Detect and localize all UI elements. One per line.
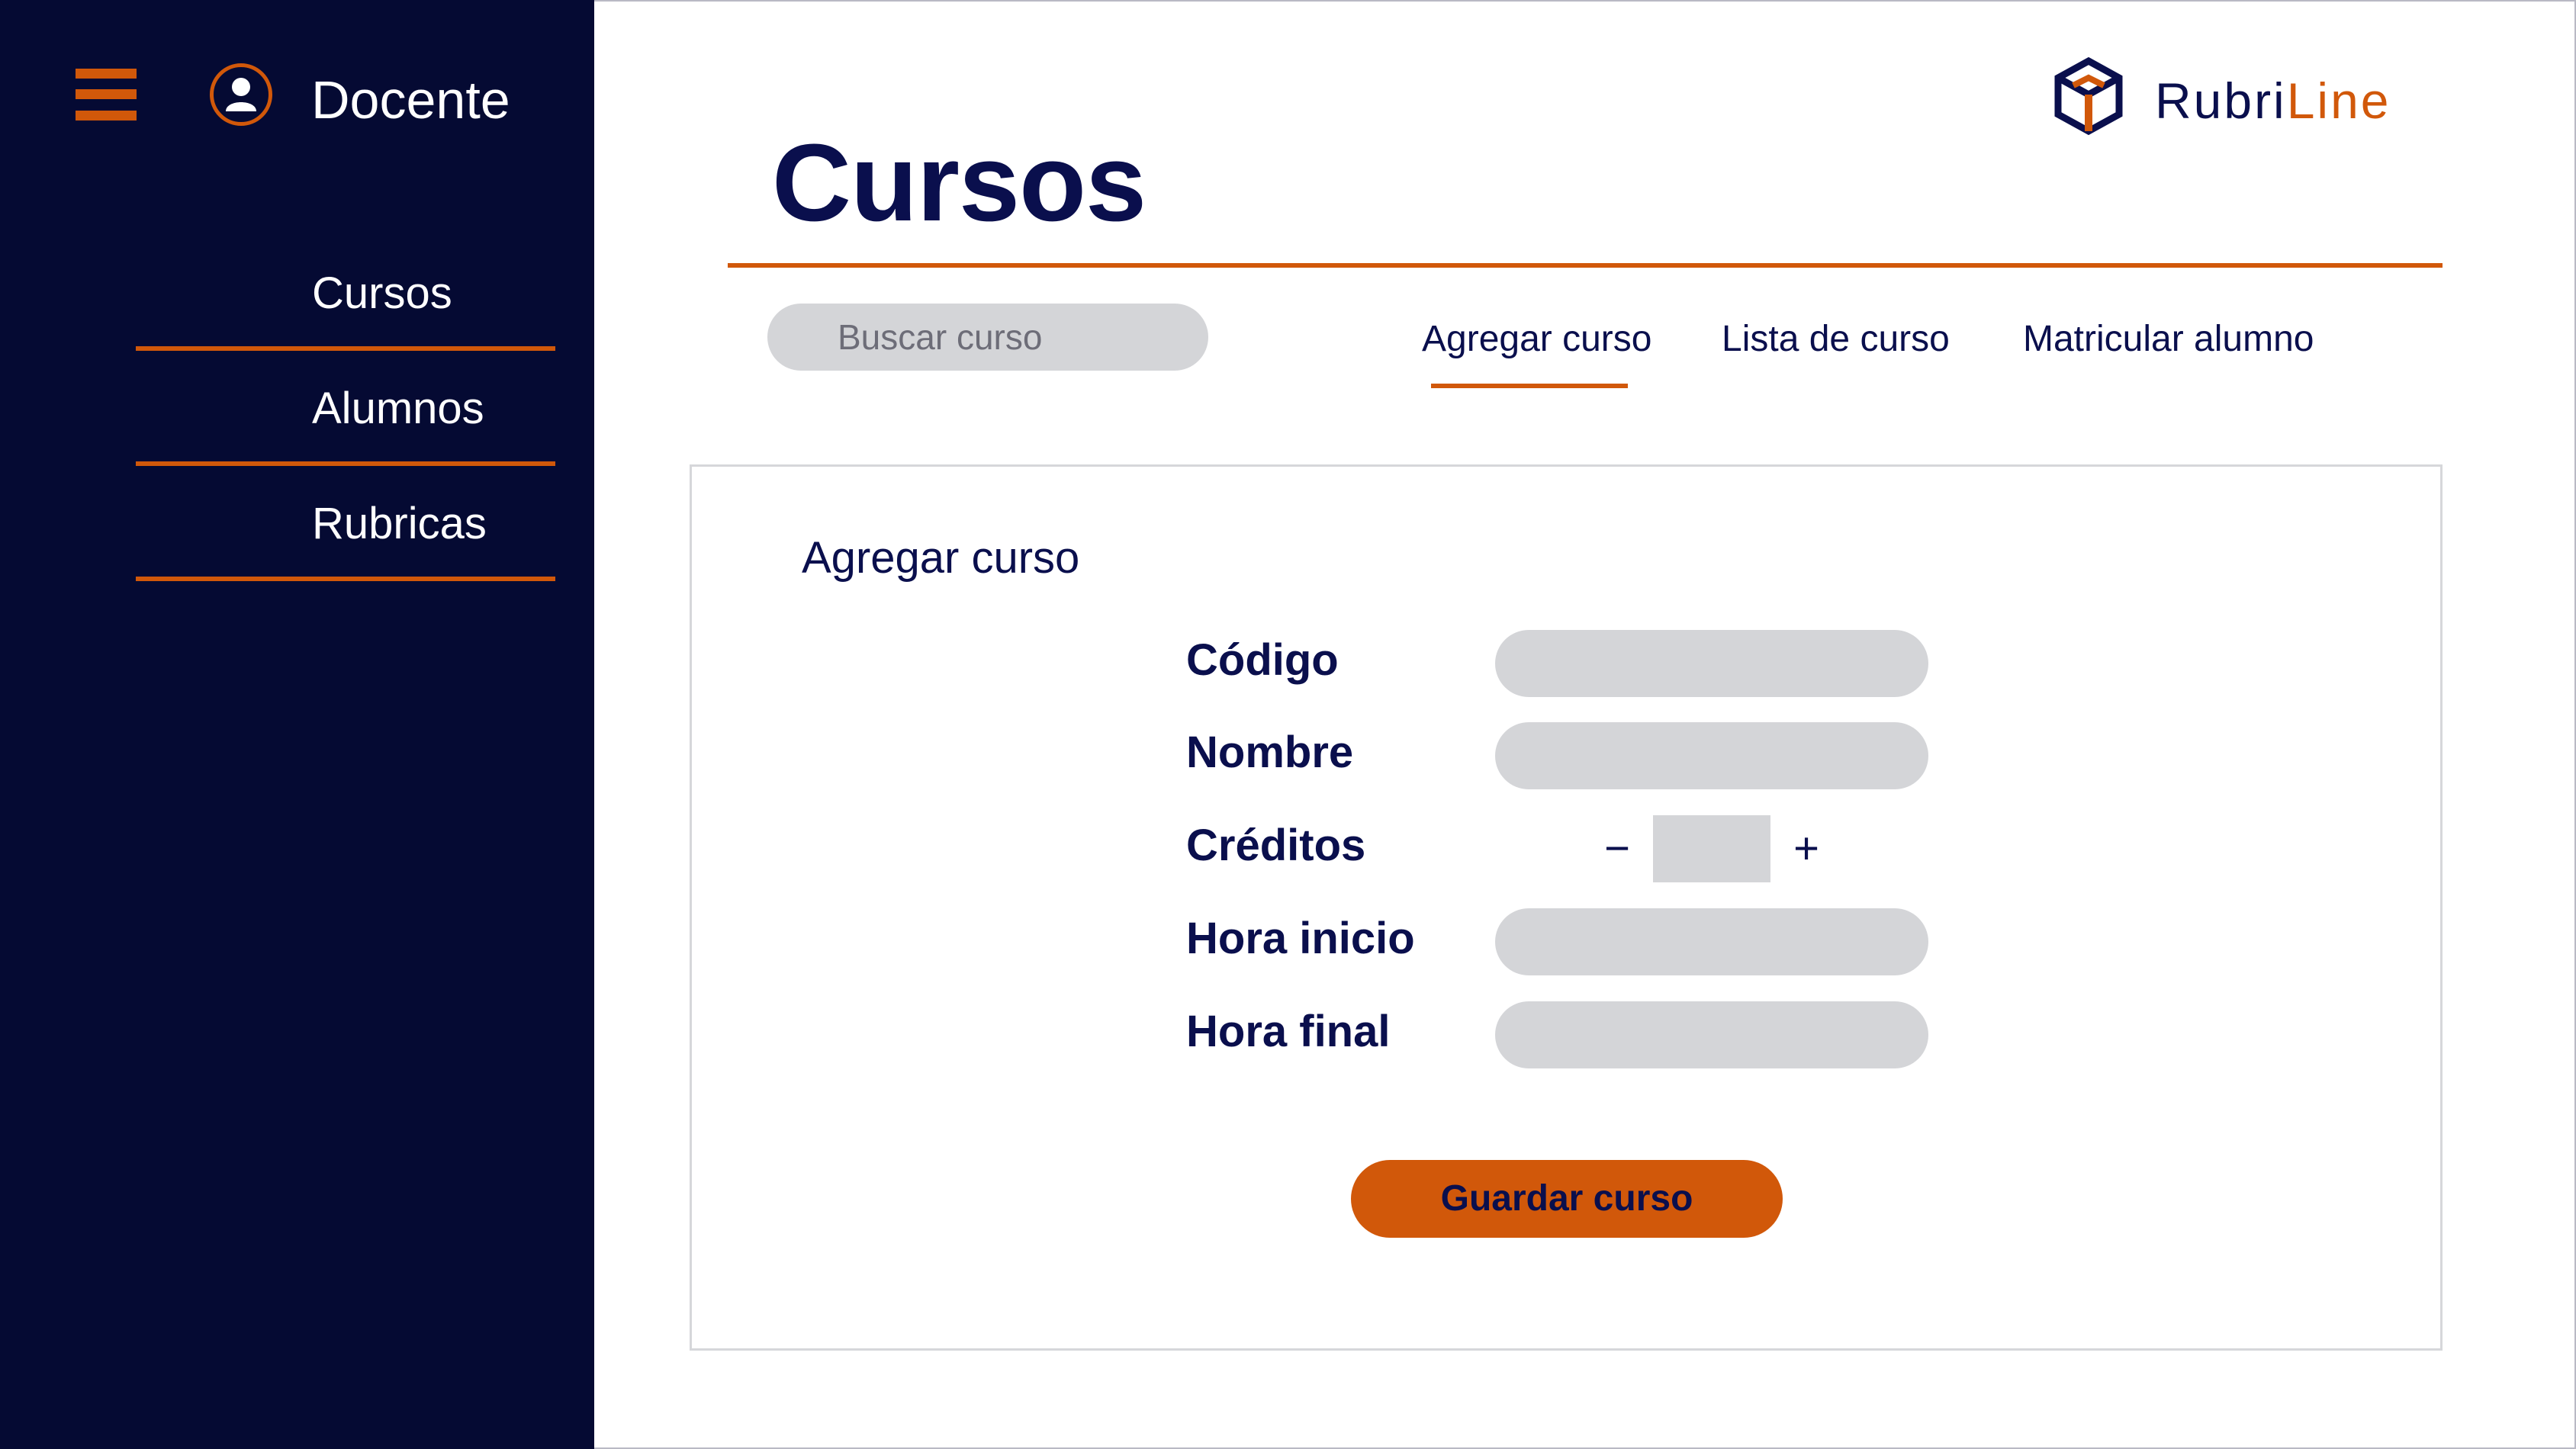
sidebar-divider <box>136 346 555 351</box>
sidebar-divider <box>136 577 555 581</box>
sidebar-item-cursos[interactable]: Cursos <box>136 236 555 351</box>
tab-agregar-curso[interactable]: Agregar curso <box>1422 309 1651 370</box>
search-placeholder: Buscar curso <box>838 317 1043 357</box>
logo-cube-icon <box>2054 56 2123 136</box>
hora-final-field[interactable] <box>1495 1001 1928 1068</box>
decrement-button[interactable]: − <box>1590 818 1644 879</box>
user-role-label: Docente <box>311 70 510 130</box>
active-tab-indicator <box>1431 384 1628 388</box>
nombre-field[interactable] <box>1495 722 1928 789</box>
hora-inicio-field[interactable] <box>1495 908 1928 975</box>
increment-button[interactable]: + <box>1780 818 1833 879</box>
nombre-label: Nombre <box>1186 728 1354 777</box>
save-course-button[interactable]: Guardar curso <box>1351 1160 1783 1238</box>
tab-lista-de-curso[interactable]: Lista de curso <box>1722 309 1950 370</box>
sidebar-item-label: Cursos <box>312 268 452 318</box>
creditos-label: Créditos <box>1186 821 1366 870</box>
search-input[interactable]: Buscar curso <box>767 304 1208 371</box>
creditos-stepper[interactable] <box>1653 815 1770 882</box>
tab-matricular-alumno[interactable]: Matricular alumno <box>2023 309 2314 370</box>
menu-icon[interactable] <box>76 69 137 120</box>
sidebar-divider <box>136 461 555 466</box>
sidebar-item-alumnos[interactable]: Alumnos <box>136 352 555 466</box>
logo-wordmark: RubriLine <box>2155 72 2391 129</box>
sidebar-item-label: Alumnos <box>312 384 484 433</box>
page-title: Cursos <box>772 121 1146 244</box>
sidebar-item-rubricas[interactable]: Rubricas <box>136 467 555 581</box>
sidebar: Docente Cursos Alumnos Rubricas <box>0 0 594 1449</box>
form-title: Agregar curso <box>802 533 1080 583</box>
rubriline-logo: RubriLine <box>2047 55 2443 146</box>
hora-inicio-label: Hora inicio <box>1186 914 1415 963</box>
save-course-label: Guardar curso <box>1440 1178 1693 1219</box>
user-avatar-icon[interactable] <box>210 63 272 126</box>
sidebar-item-label: Rubricas <box>312 499 487 548</box>
hora-final-label: Hora final <box>1186 1007 1391 1056</box>
codigo-field[interactable] <box>1495 630 1928 697</box>
codigo-label: Código <box>1186 635 1339 685</box>
title-divider <box>728 263 2443 268</box>
